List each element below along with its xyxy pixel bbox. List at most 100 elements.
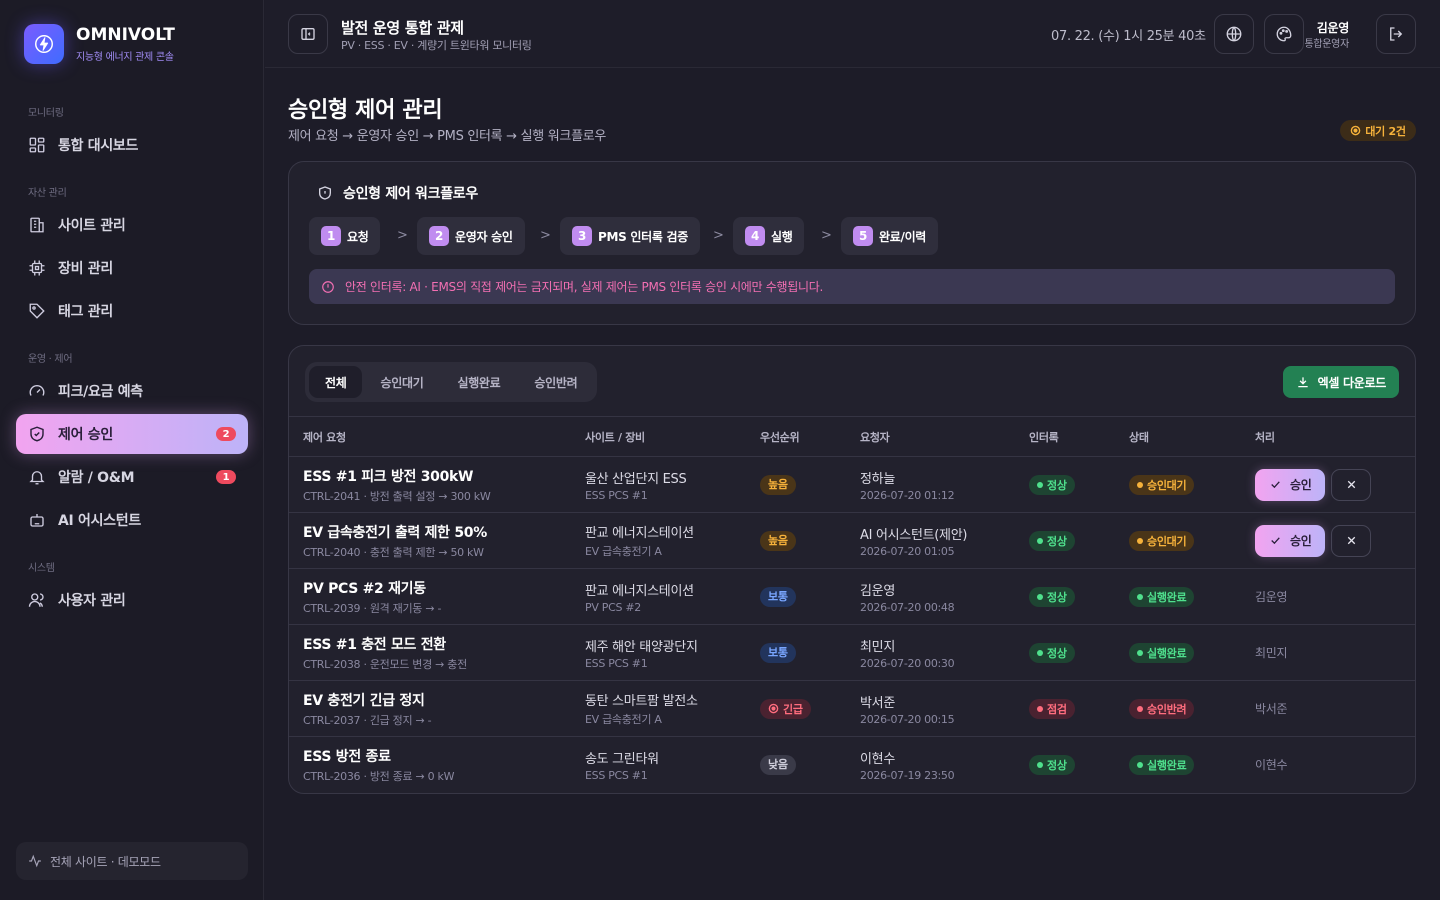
interlock-label: 정상 xyxy=(1047,590,1067,604)
topbar: 발전 운영 통합 관제 PV · ESS · EV · 계량기 트윈타워 모니터… xyxy=(265,0,1440,68)
step-number: 3 xyxy=(572,226,592,246)
interlock-label: 점검 xyxy=(1047,702,1067,716)
sidebar-item-tags[interactable]: 태그 관리 xyxy=(16,291,248,331)
sidebar-item-peak-forecast[interactable]: 피크/요금 예측 xyxy=(16,371,248,411)
control-request-table: 제어 요청 사이트 / 장비 우선순위 요청자 인터록 상태 처리 ESS #1… xyxy=(289,416,1415,793)
request-title: ESS 방전 종료 xyxy=(303,748,391,765)
column-header: 인터록 xyxy=(1015,416,1115,457)
sidebar-toggle-button[interactable] xyxy=(288,14,328,54)
activity-icon xyxy=(29,854,41,868)
header-subtitle: PV · ESS · EV · 계량기 트윈타워 모니터링 xyxy=(341,39,532,52)
table-row[interactable]: ESS #1 피크 방전 300kW CTRL-2041 · 방전 출력 설정 →… xyxy=(289,456,1415,513)
brand-subtitle: 지능형 에너지 관제 콘솔 xyxy=(76,52,174,63)
table-row[interactable]: EV 충전기 긴급 정지 CTRL-2037 · 긴급 정지 → - 동탄 스마트… xyxy=(289,680,1415,737)
grid-icon xyxy=(29,137,45,153)
download-icon xyxy=(1298,377,1308,388)
interlock-badge: 정상 xyxy=(1029,642,1075,663)
page-subtitle: 제어 요청 → 운영자 승인 → PMS 인터록 → 실행 워크플로우 xyxy=(288,129,607,144)
status-label: 실행완료 xyxy=(1147,590,1187,604)
sidebar-item-alarm[interactable]: 알람 / O&M 1 xyxy=(16,457,248,497)
close-icon xyxy=(1347,480,1356,489)
approve-label: 승인 xyxy=(1290,478,1312,492)
status-badge: 실행완료 xyxy=(1129,586,1195,607)
tab-all[interactable]: 전체 xyxy=(309,366,363,398)
approve-button[interactable]: 승인 xyxy=(1255,468,1326,501)
shield-check-icon xyxy=(30,426,44,442)
tab-pending[interactable]: 승인대기 xyxy=(364,366,439,398)
workflow-card: 승인형 제어 워크플로우 1 요청 > 2 운영자 승인 > 3 PMS 인터록… xyxy=(288,161,1416,325)
device-name: EV 급속충전기 A xyxy=(585,713,662,726)
approve-button[interactable]: 승인 xyxy=(1255,524,1326,557)
step-label: PMS 인터록 검증 xyxy=(598,229,688,244)
clock-icon xyxy=(1351,125,1361,136)
step-number: 2 xyxy=(429,226,449,246)
status-label: 실행완료 xyxy=(1147,646,1187,660)
tab-rejected[interactable]: 승인반려 xyxy=(518,366,593,398)
language-button[interactable] xyxy=(1214,14,1254,54)
sidebar-item-label: 태그 관리 xyxy=(58,304,113,320)
site-name: 송도 그린타워 xyxy=(585,751,659,767)
step-label: 완료/이력 xyxy=(879,229,927,244)
table-row[interactable]: EV 급속충전기 출력 제한 50% CTRL-2040 · 충전 출력 제한 →… xyxy=(289,512,1415,569)
nav-group-system: 시스템 xyxy=(28,563,55,574)
interlock-badge: 정상 xyxy=(1029,586,1075,607)
workflow-title: 승인형 제어 워크플로우 xyxy=(317,183,478,203)
sidebar-item-label: 장비 관리 xyxy=(58,261,113,277)
request-desc: CTRL-2040 · 충전 출력 제한 → 50 kW xyxy=(303,545,484,559)
sidebar-item-sites[interactable]: 사이트 관리 xyxy=(16,205,248,245)
workflow-step-request: 1 요청 xyxy=(309,217,381,255)
header-clock: 07. 22. (수) 1시 25분 40초 xyxy=(1051,29,1206,44)
step-number: 1 xyxy=(321,226,341,246)
interlock-badge: 점검 xyxy=(1029,698,1075,719)
theme-button[interactable] xyxy=(1264,14,1304,54)
user-name: 김운영 xyxy=(1316,21,1350,35)
table-row[interactable]: ESS #1 충전 모드 전환 CTRL-2038 · 운전모드 변경 → 충전 … xyxy=(289,624,1415,681)
table-row[interactable]: ESS 방전 종료 CTRL-2036 · 방전 종료 → 0 kW 송도 그린타… xyxy=(289,737,1415,793)
status-label: 실행완료 xyxy=(1147,758,1187,772)
status-badge: 승인대기 xyxy=(1129,530,1195,551)
status-badge: 승인반려 xyxy=(1129,698,1195,719)
interlock-label: 정상 xyxy=(1047,758,1067,772)
sidebar-item-devices[interactable]: 장비 관리 xyxy=(16,248,248,288)
device-name: ESS PCS #1 xyxy=(585,656,648,670)
reject-button[interactable] xyxy=(1331,524,1372,557)
site-name: 판교 에너지스테이션 xyxy=(585,526,694,541)
logout-icon xyxy=(1390,27,1403,41)
device-name: EV 급속충전기 A xyxy=(585,545,662,558)
brand-name: OMNIVOLT xyxy=(76,25,175,45)
priority-label: 긴급 xyxy=(783,702,803,716)
request-title: EV 급속충전기 출력 제한 50% xyxy=(303,524,487,541)
brand[interactable]: OMNIVOLT 지능형 에너지 관제 콘솔 xyxy=(24,24,175,64)
excel-download-button[interactable]: 엑셀 다운로드 xyxy=(1282,366,1399,398)
chevron-right-icon: > xyxy=(540,228,551,243)
urgent-icon xyxy=(768,703,779,714)
request-desc: CTRL-2036 · 방전 종료 → 0 kW xyxy=(303,769,455,783)
workflow-step-approval: 2 운영자 승인 xyxy=(417,217,525,255)
status-filter-tabs: 전체 승인대기 실행완료 승인반려 xyxy=(305,362,598,402)
user-role: 통합운영자 xyxy=(1304,39,1349,50)
workflow-step-interlock: 3 PMS 인터록 검증 xyxy=(560,217,700,255)
column-header: 우선순위 xyxy=(746,416,846,457)
priority-badge: 긴급 xyxy=(760,698,811,719)
tab-executed[interactable]: 실행완료 xyxy=(441,366,516,398)
reject-button[interactable] xyxy=(1331,468,1372,501)
sidebar-item-control-approval[interactable]: 제어 승인 2 xyxy=(16,414,248,454)
sidebar-item-ai-assistant[interactable]: AI 어시스턴트 xyxy=(16,500,248,540)
status-label: 승인반려 xyxy=(1147,702,1187,716)
sidebar-item-label: 통합 대시보드 xyxy=(58,138,139,154)
interlock-badge: 정상 xyxy=(1029,474,1075,495)
check-icon xyxy=(1271,537,1280,545)
column-header: 제어 요청 xyxy=(289,416,571,457)
alert-circle-icon xyxy=(322,280,334,293)
site-mode-selector[interactable]: 전체 사이트 · 데모모드 xyxy=(16,842,248,880)
chip-icon xyxy=(29,260,45,276)
site-name: 동탄 스마트팜 발전소 xyxy=(585,694,698,709)
header-title: 발전 운영 통합 관제 xyxy=(341,19,464,37)
handler-name: 김운영 xyxy=(1255,590,1288,604)
requester-name: 김운영 xyxy=(860,583,895,599)
sidebar-item-dashboard[interactable]: 통합 대시보드 xyxy=(16,125,248,165)
logout-button[interactable] xyxy=(1376,14,1416,54)
table-row[interactable]: PV PCS #2 재기동 CTRL-2039 · 원격 재기동 → - 판교 에… xyxy=(289,568,1415,625)
priority-badge: 높음 xyxy=(760,474,796,495)
sidebar-item-users[interactable]: 사용자 관리 xyxy=(16,580,248,620)
